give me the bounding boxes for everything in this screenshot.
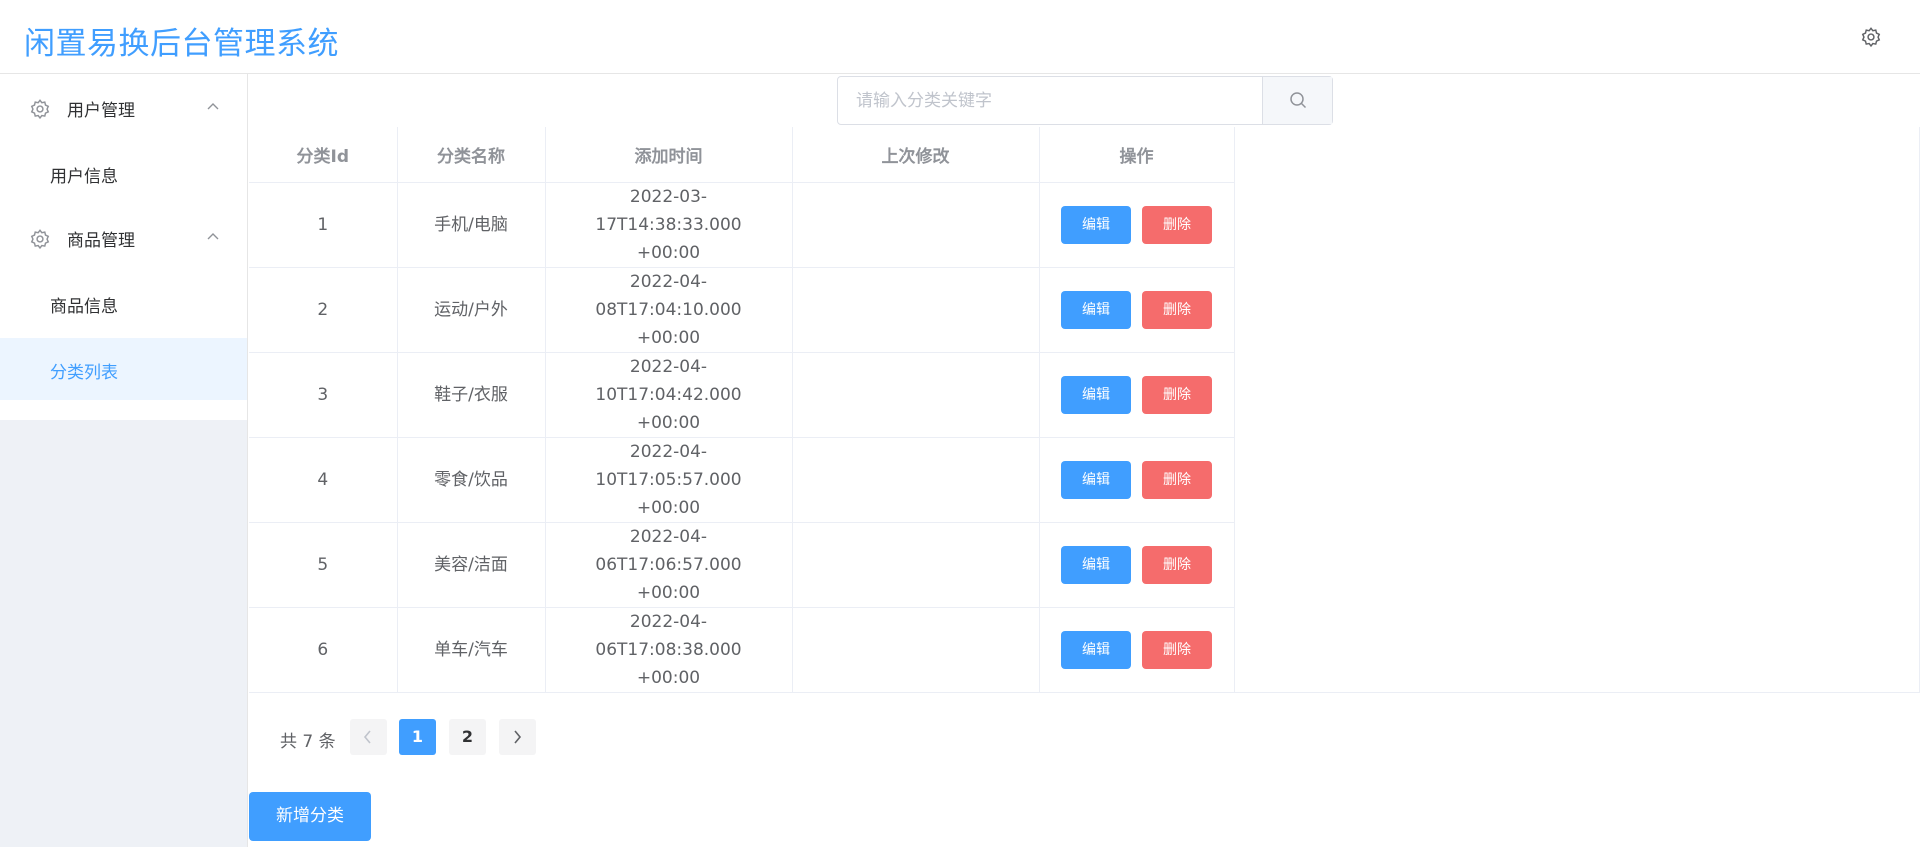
edit-button[interactable]: 编辑	[1061, 545, 1131, 584]
sidebar-item-label: 用户信息	[50, 167, 118, 187]
page-button-2[interactable]: 2	[449, 719, 486, 755]
delete-button[interactable]: 删除	[1142, 630, 1212, 669]
search-input[interactable]	[838, 77, 1262, 124]
table-row: 6 单车/汽车 2022-04-06T17:08:38.000 +00:00 编辑 删除	[249, 607, 1235, 693]
cell-added-time: 2022-03-17T14:38:33.000 +00:00	[545, 182, 793, 268]
table-row: 5 美容/洁面 2022-04-06T17:06:57.000 +00:00 编辑 删除	[249, 522, 1235, 608]
delete-button[interactable]: 删除	[1142, 290, 1212, 329]
added-timezone: +00:00	[636, 582, 701, 603]
edit-button[interactable]: 编辑	[1061, 630, 1131, 669]
top-header: 闲置易换后台管理系统	[0, 0, 1920, 74]
sidebar-group-label: 用户管理	[67, 101, 135, 121]
delete-button[interactable]: 删除	[1142, 460, 1212, 499]
added-date: 2022-04-10T17:04:42.000	[595, 356, 742, 405]
delete-button[interactable]: 删除	[1142, 375, 1212, 414]
table-row: 3 鞋子/衣服 2022-04-10T17:04:42.000 +00:00 编辑 删除	[249, 352, 1235, 438]
cell-last-modified	[792, 267, 1040, 353]
cell-last-modified	[792, 182, 1040, 268]
chevron-left-icon	[363, 730, 371, 744]
app-title: 闲置易换后台管理系统	[24, 26, 339, 62]
edit-button[interactable]: 编辑	[1061, 290, 1131, 329]
sidebar-item-user-info[interactable]: 用户信息	[0, 142, 247, 204]
cell-id: 5	[249, 522, 398, 608]
prev-page-button[interactable]	[350, 719, 387, 755]
added-timezone: +00:00	[636, 497, 701, 518]
added-date: 2022-04-08T17:04:10.000	[595, 271, 742, 320]
cell-last-modified	[792, 437, 1040, 523]
page-button-1[interactable]: 1	[399, 719, 436, 755]
cell-last-modified	[792, 352, 1040, 438]
cell-actions: 编辑 删除	[1039, 182, 1235, 268]
sidebar-item-label: 商品信息	[50, 297, 118, 317]
cell-name: 美容/洁面	[397, 522, 546, 608]
search-box	[837, 76, 1333, 125]
cell-added-time: 2022-04-06T17:06:57.000 +00:00	[545, 522, 793, 608]
category-table: 分类Id 分类名称 添加时间 上次修改 操作 1 手机/电脑 2022-03-17T…	[249, 127, 1235, 693]
added-date: 2022-04-06T17:06:57.000	[595, 526, 742, 575]
table-row: 2 运动/户外 2022-04-08T17:04:10.000 +00:00 编辑 删除	[249, 267, 1235, 353]
cell-name: 零食/饮品	[397, 437, 546, 523]
table-row: 4 零食/饮品 2022-04-10T17:05:57.000 +00:00 编辑 删除	[249, 437, 1235, 523]
cell-last-modified	[792, 522, 1040, 608]
chevron-up-icon	[207, 233, 219, 240]
added-timezone: +00:00	[636, 412, 701, 433]
cell-added-time: 2022-04-10T17:04:42.000 +00:00	[545, 352, 793, 438]
cell-actions: 编辑 删除	[1039, 437, 1235, 523]
cell-name: 单车/汽车	[397, 607, 546, 693]
cell-id: 4	[249, 437, 398, 523]
edit-button[interactable]: 编辑	[1061, 375, 1131, 414]
column-header-added-time: 添加时间	[545, 127, 793, 183]
cell-id: 6	[249, 607, 398, 693]
cell-added-time: 2022-04-10T17:05:57.000 +00:00	[545, 437, 793, 523]
added-timezone: +00:00	[636, 667, 701, 688]
added-date: 2022-04-06T17:08:38.000	[595, 611, 742, 660]
cell-actions: 编辑 删除	[1039, 607, 1235, 693]
edit-button[interactable]: 编辑	[1061, 460, 1131, 499]
cell-last-modified	[792, 607, 1040, 693]
column-header-id: 分类Id	[249, 127, 398, 183]
added-date: 2022-03-17T14:38:33.000	[595, 186, 742, 235]
gear-icon	[30, 99, 50, 120]
cell-added-time: 2022-04-08T17:04:10.000 +00:00	[545, 267, 793, 353]
cell-id: 3	[249, 352, 398, 438]
cell-name: 鞋子/衣服	[397, 352, 546, 438]
cell-actions: 编辑 删除	[1039, 267, 1235, 353]
sidebar-group-label: 商品管理	[67, 231, 135, 251]
added-date: 2022-04-10T17:05:57.000	[595, 441, 742, 490]
cell-actions: 编辑 删除	[1039, 522, 1235, 608]
added-timezone: +00:00	[636, 327, 701, 348]
category-table-container: 分类Id 分类名称 添加时间 上次修改 操作 1 手机/电脑 2022-03-17T…	[249, 127, 1920, 693]
table-row: 1 手机/电脑 2022-03-17T14:38:33.000 +00:00 编辑 删除	[249, 182, 1235, 268]
column-header-name: 分类名称	[397, 127, 546, 183]
chevron-right-icon	[514, 730, 522, 744]
cell-id: 2	[249, 267, 398, 353]
table-header-row: 分类Id 分类名称 添加时间 上次修改 操作	[249, 127, 1235, 183]
delete-button[interactable]: 删除	[1142, 545, 1212, 584]
sidebar-group-product-management[interactable]: 商品管理	[0, 204, 247, 272]
chevron-up-icon	[207, 103, 219, 110]
gear-icon[interactable]	[1860, 26, 1882, 48]
add-category-button[interactable]: 新增分类	[249, 792, 371, 841]
cell-name: 运动/户外	[397, 267, 546, 353]
search-icon	[1290, 92, 1307, 109]
delete-button[interactable]: 删除	[1142, 205, 1212, 244]
sidebar-item-label: 分类列表	[50, 363, 118, 383]
gear-icon	[30, 229, 50, 250]
cell-name: 手机/电脑	[397, 182, 546, 268]
sidebar-group-user-management[interactable]: 用户管理	[0, 74, 247, 142]
cell-id: 1	[249, 182, 398, 268]
pagination-total: 共 7 条	[280, 732, 336, 752]
search-button[interactable]	[1262, 77, 1332, 124]
sidebar-item-category-list[interactable]: 分类列表	[0, 338, 247, 400]
cell-actions: 编辑 删除	[1039, 352, 1235, 438]
next-page-button[interactable]	[499, 719, 536, 755]
column-header-last-modified: 上次修改	[792, 127, 1040, 183]
sidebar: 用户管理 用户信息 商品管理 商品信息 分类列表	[0, 74, 248, 847]
added-timezone: +00:00	[636, 242, 701, 263]
column-header-actions: 操作	[1039, 127, 1235, 183]
cell-added-time: 2022-04-06T17:08:38.000 +00:00	[545, 607, 793, 693]
edit-button[interactable]: 编辑	[1061, 205, 1131, 244]
sidebar-item-product-info[interactable]: 商品信息	[0, 272, 247, 334]
